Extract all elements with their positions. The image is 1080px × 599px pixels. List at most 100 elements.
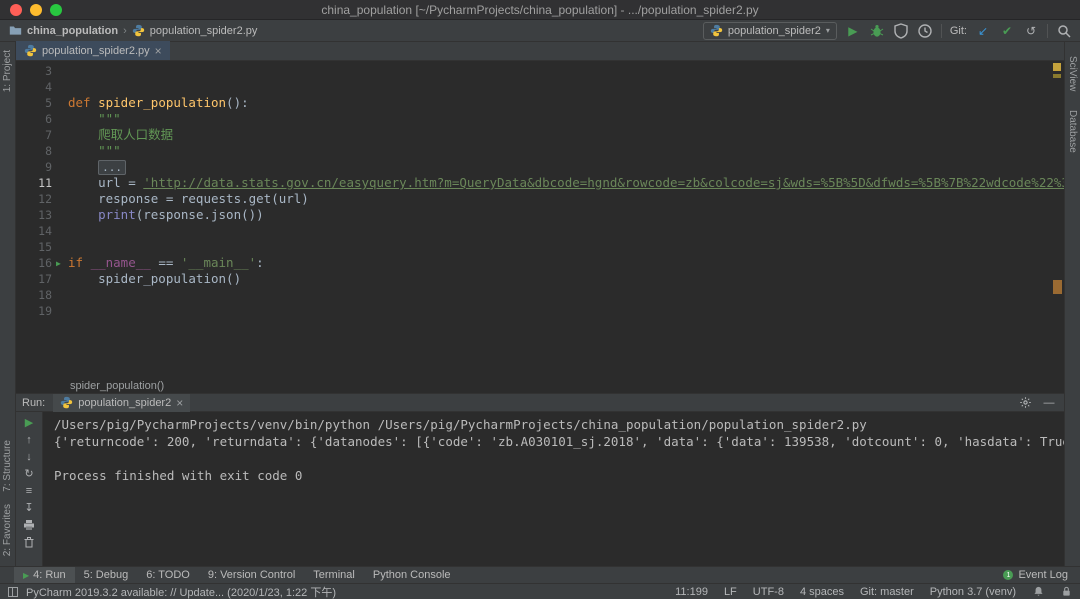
warning-stripe-mark[interactable] <box>1053 74 1061 78</box>
toolwindow-terminal-button[interactable]: Terminal <box>304 567 364 584</box>
breadcrumb-file[interactable]: population_spider2.py <box>150 25 258 37</box>
line-number[interactable]: 3 <box>16 63 52 79</box>
code-line[interactable]: 4 <box>16 79 1064 95</box>
toolbar-divider <box>1047 24 1048 38</box>
breadcrumb-project[interactable]: china_population <box>27 25 118 37</box>
rerun-button[interactable]: ▶ <box>22 417 36 430</box>
editor-tab-population-spider2[interactable]: population_spider2.py × <box>16 41 170 60</box>
line-number[interactable]: 12 <box>16 191 52 207</box>
coverage-button[interactable] <box>893 23 909 39</box>
run-console[interactable]: /Users/pig/PycharmProjects/venv/bin/pyth… <box>44 412 1064 566</box>
line-number[interactable]: 16 <box>16 255 52 271</box>
close-window-button[interactable] <box>10 4 22 16</box>
code-line[interactable]: 8 """ <box>16 143 1064 159</box>
gutter-marker <box>52 271 68 287</box>
search-everywhere-icon[interactable] <box>1056 23 1072 39</box>
code-text: url = 'http://data.stats.gov.cn/easyquer… <box>68 175 1064 191</box>
down-stacktrace-icon[interactable]: ↓ <box>22 451 36 464</box>
minimize-window-button[interactable] <box>30 4 42 16</box>
toolwindow-todo-button[interactable]: 6: TODO <box>137 567 199 584</box>
code-line[interactable]: 15 <box>16 239 1064 255</box>
toolwindow-sciview[interactable]: SciView <box>1067 56 1078 91</box>
scroll-to-end-icon[interactable]: ↧ <box>22 502 36 515</box>
profiler-button[interactable] <box>917 23 933 39</box>
toolwindow-run-button[interactable]: ▶ 4: Run <box>14 567 75 584</box>
run-tab-population-spider2[interactable]: population_spider2 × <box>53 394 190 412</box>
line-number[interactable]: 15 <box>16 239 52 255</box>
toolwindow-structure[interactable]: 7: Structure <box>2 440 13 492</box>
code-text <box>68 287 1064 303</box>
code-line[interactable]: 12 response = requests.get(url) <box>16 191 1064 207</box>
tab-close-icon[interactable]: × <box>155 45 162 57</box>
git-branch[interactable]: Git: master <box>860 586 914 598</box>
code-line[interactable]: 13 print(response.json()) <box>16 207 1064 223</box>
notifications-bell-icon[interactable] <box>1032 586 1044 598</box>
context-breadcrumb[interactable]: spider_population() <box>16 380 1064 393</box>
run-gutter-icon[interactable]: ▶ <box>56 256 61 272</box>
scrollbar-marker[interactable] <box>1053 280 1062 294</box>
toolwindow-version-control-button[interactable]: 9: Version Control <box>199 567 304 584</box>
python-file-icon <box>60 396 73 409</box>
toolwindow-project[interactable]: 1: Project <box>2 50 13 92</box>
git-commit-button[interactable]: ✔ <box>999 23 1015 39</box>
line-number[interactable]: 9 <box>16 159 52 175</box>
debug-button[interactable] <box>869 23 885 39</box>
line-number[interactable]: 17 <box>16 271 52 287</box>
line-number[interactable]: 5 <box>16 95 52 111</box>
code-line[interactable]: 11 url = 'http://data.stats.gov.cn/easyq… <box>16 175 1064 191</box>
tab-close-icon[interactable]: × <box>176 397 183 409</box>
code-editor[interactable]: 345def spider_population():6 """7 爬取人口数据… <box>16 61 1064 380</box>
up-stacktrace-icon[interactable]: ↑ <box>22 434 36 447</box>
code-text: """ <box>68 111 1064 127</box>
restart-icon[interactable]: ↻ <box>22 468 36 481</box>
toolwindow-database[interactable]: Database <box>1067 110 1078 153</box>
line-number[interactable]: 14 <box>16 223 52 239</box>
line-number[interactable]: 13 <box>16 207 52 223</box>
warning-stripe-mark[interactable] <box>1053 63 1061 71</box>
readonly-lock-icon[interactable] <box>1060 586 1072 598</box>
run-button[interactable]: ▶ <box>845 23 861 39</box>
event-log-button[interactable]: 1 Event Log <box>1003 569 1080 581</box>
toolwindow-python-console-button[interactable]: Python Console <box>364 567 460 584</box>
caret-position[interactable]: 11:199 <box>675 586 708 598</box>
code-line[interactable]: 14 <box>16 223 1064 239</box>
line-number[interactable]: 6 <box>16 111 52 127</box>
python-config-icon <box>710 24 723 37</box>
indent-style[interactable]: 4 spaces <box>800 586 844 598</box>
status-message[interactable]: PyCharm 2019.3.2 available: // Update...… <box>26 584 336 599</box>
code-line[interactable]: 7 爬取人口数据 <box>16 127 1064 143</box>
file-encoding[interactable]: UTF-8 <box>753 586 784 598</box>
code-line[interactable]: 6 """ <box>16 111 1064 127</box>
code-line[interactable]: 3 <box>16 63 1064 79</box>
line-number[interactable]: 19 <box>16 303 52 319</box>
code-line[interactable]: 16▶if __name__ == '__main__': <box>16 255 1064 271</box>
code-line[interactable]: 18 <box>16 287 1064 303</box>
git-update-button[interactable]: ↙ <box>975 23 991 39</box>
fullscreen-window-button[interactable] <box>50 4 62 16</box>
print-icon[interactable] <box>22 519 36 532</box>
git-revert-button[interactable]: ↺ <box>1023 23 1039 39</box>
line-number[interactable]: 11 <box>16 175 52 191</box>
code-line[interactable]: 17 spider_population() <box>16 271 1064 287</box>
line-number[interactable]: 7 <box>16 127 52 143</box>
run-line-icon[interactable]: ▶ <box>52 255 68 271</box>
gutter-marker <box>52 143 68 159</box>
line-number[interactable]: 4 <box>16 79 52 95</box>
python-interpreter[interactable]: Python 3.7 (venv) <box>930 586 1016 598</box>
line-separator[interactable]: LF <box>724 586 737 598</box>
toolwindow-favorites[interactable]: 2: Favorites <box>2 504 13 556</box>
code-line[interactable]: 19 <box>16 303 1064 319</box>
clear-console-icon[interactable] <box>22 536 36 549</box>
code-line[interactable]: 9 ... <box>16 159 1064 175</box>
settings-gear-icon[interactable] <box>1018 396 1032 410</box>
toolwindow-switcher-icon[interactable] <box>8 587 18 597</box>
code-line[interactable]: 5def spider_population(): <box>16 95 1064 111</box>
line-number[interactable]: 8 <box>16 143 52 159</box>
console-line <box>54 450 1064 467</box>
gutter-marker <box>52 127 68 143</box>
line-number[interactable]: 18 <box>16 287 52 303</box>
softwrap-icon[interactable]: ≡ <box>22 485 36 498</box>
hide-panel-icon[interactable]: — <box>1042 396 1056 410</box>
run-config-selector[interactable]: population_spider2 ▾ <box>703 22 837 40</box>
toolwindow-debug-button[interactable]: 5: Debug <box>75 567 138 584</box>
